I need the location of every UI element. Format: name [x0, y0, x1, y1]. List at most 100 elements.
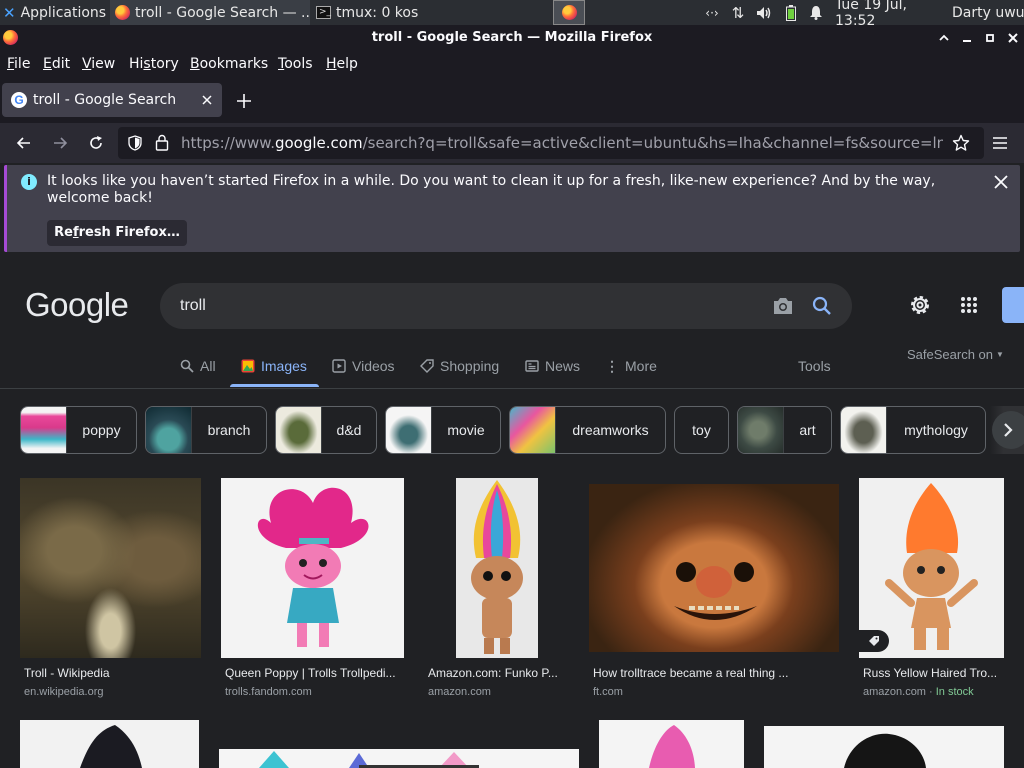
menu-history[interactable]: History — [129, 51, 179, 77]
firefox-workspace-icon — [561, 5, 577, 20]
tab-images[interactable]: Images — [241, 355, 307, 377]
menu-file[interactable]: File — [7, 51, 30, 77]
tab-strip: G troll - Google Search — [0, 77, 1024, 123]
hamburger-menu-icon[interactable] — [984, 127, 1016, 159]
result-title[interactable]: Queen Poppy | Trolls Trollpedi... — [225, 666, 405, 680]
result-title[interactable]: Amazon.com: Funko P... — [428, 666, 568, 680]
result-image-row2-2[interactable] — [219, 749, 579, 768]
menu-edit[interactable]: Edit — [43, 51, 70, 77]
result-source[interactable]: trolls.fandom.com — [225, 686, 312, 698]
search-box[interactable]: troll — [160, 283, 852, 329]
taskbar-firefox[interactable]: troll - Google Search — ... — [110, 0, 310, 25]
maximize-button[interactable] — [979, 25, 1001, 51]
new-tab-icon[interactable] — [232, 89, 256, 113]
result-title[interactable]: Troll - Wikipedia — [24, 666, 204, 680]
google-favicon-icon: G — [11, 92, 27, 108]
menubar: File Edit View History Bookmarks Tools H… — [0, 51, 1024, 77]
minimize-button[interactable] — [956, 25, 978, 51]
settings-gear-icon[interactable] — [908, 293, 932, 321]
tab-google-search[interactable]: G troll - Google Search — [2, 83, 222, 117]
chip-poppy[interactable]: poppy — [20, 406, 137, 454]
chip-art[interactable]: art — [737, 406, 832, 454]
close-window-button[interactable] — [1002, 25, 1024, 51]
url-text[interactable]: https://www.google.com/search?q=troll&sa… — [181, 127, 943, 159]
chips-next-button[interactable] — [992, 411, 1024, 449]
close-notification-icon[interactable] — [993, 174, 1009, 194]
result-title[interactable]: Russ Yellow Haired Tro... — [863, 666, 1003, 680]
tab-all[interactable]: All — [180, 355, 216, 377]
sign-in-button[interactable] — [1002, 287, 1024, 323]
apps-grid-icon[interactable] — [960, 296, 978, 318]
tab-news[interactable]: News — [525, 355, 580, 377]
funko-troll-illustration — [471, 480, 523, 654]
window-title: troll - Google Search — Mozilla Firefox — [371, 30, 653, 45]
result-image-trolltrace[interactable] — [589, 484, 839, 652]
news-icon — [525, 360, 539, 372]
result-title[interactable]: How trolltrace became a real thing ... — [593, 666, 843, 680]
dropdown-arrow-icon: ▼ — [996, 350, 1004, 359]
search-icon[interactable] — [812, 296, 832, 320]
chip-movie[interactable]: movie — [385, 406, 501, 454]
tools-button[interactable]: Tools — [798, 355, 831, 377]
google-header: Google troll All Images Videos Shopping — [0, 256, 1024, 389]
chip-dnd[interactable]: d&d — [275, 406, 377, 454]
menu-help[interactable]: Help — [326, 51, 358, 77]
network-arrows-icon[interactable]: ‹·› — [700, 0, 724, 25]
search-input[interactable]: troll — [180, 283, 206, 329]
clock[interactable]: Tue 19 Jul, 13:52 — [835, 0, 947, 29]
user-menu[interactable]: Darty uwu — [952, 0, 1024, 25]
result-source[interactable]: amazon.com · In stock — [863, 686, 974, 698]
url-bar[interactable]: https://www.google.com/search?q=troll&sa… — [118, 127, 984, 159]
chip-thumbnail — [510, 407, 556, 453]
notifications-bell-icon[interactable] — [805, 0, 827, 25]
forward-icon[interactable] — [44, 127, 76, 159]
tab-more[interactable]: ⋮ More — [605, 355, 657, 377]
xfce-logo-icon: ✕ — [3, 3, 16, 22]
dark-hair-illustration — [80, 725, 142, 768]
search-small-icon — [180, 359, 194, 373]
close-tab-icon[interactable] — [199, 91, 215, 109]
lock-icon[interactable] — [155, 134, 169, 155]
tracking-shield-icon[interactable] — [127, 135, 143, 155]
tab-shopping[interactable]: Shopping — [420, 355, 499, 377]
menu-view[interactable]: View — [82, 51, 115, 77]
menu-bookmarks[interactable]: Bookmarks — [190, 51, 268, 77]
result-source[interactable]: amazon.com — [428, 686, 491, 698]
tab-videos[interactable]: Videos — [332, 355, 395, 377]
result-source[interactable]: ft.com — [593, 686, 623, 698]
workspace-switcher[interactable] — [553, 0, 585, 25]
bookmark-star-icon[interactable] — [952, 134, 970, 156]
in-stock-label: In stock — [935, 686, 974, 698]
battery-icon[interactable] — [780, 0, 802, 25]
result-image-row2-1[interactable] — [20, 720, 199, 768]
chip-branch[interactable]: branch — [145, 406, 267, 454]
result-source[interactable]: en.wikipedia.org — [24, 686, 104, 698]
notification-message: It looks like you haven’t started Firefo… — [47, 173, 936, 206]
firefox-icon — [115, 5, 130, 20]
troll-face-illustration — [674, 562, 757, 620]
network-transfer-icon[interactable]: ⇅ — [726, 0, 750, 25]
applications-menu[interactable]: ✕ Applications — [0, 0, 108, 25]
chip-mythology[interactable]: mythology — [840, 406, 986, 454]
back-icon[interactable] — [8, 127, 40, 159]
selected-tab-indicator — [230, 384, 319, 387]
terminal-icon: >_ — [316, 6, 331, 19]
menu-tools[interactable]: Tools — [278, 51, 313, 77]
result-image-russ-troll[interactable] — [859, 478, 1004, 658]
result-image-wikipedia[interactable] — [20, 478, 201, 658]
google-logo[interactable]: Google — [25, 286, 129, 324]
chip-toy[interactable]: toy — [674, 406, 729, 454]
result-image-row2-3[interactable] — [599, 720, 744, 768]
safesearch-toggle[interactable]: SafeSearch on ▼ — [907, 347, 1004, 362]
volume-icon[interactable] — [752, 0, 776, 25]
refresh-firefox-button[interactable]: Refresh Firefox… — [47, 220, 187, 246]
window-up-icon[interactable] — [933, 25, 955, 51]
result-image-funko[interactable] — [456, 478, 538, 658]
result-image-poppy[interactable] — [221, 478, 404, 658]
taskbar-tmux[interactable]: >_ tmux: 0 kos — [312, 0, 508, 25]
reload-icon[interactable] — [80, 127, 112, 159]
camera-icon[interactable] — [772, 296, 794, 320]
chip-dreamworks[interactable]: dreamworks — [509, 406, 666, 454]
result-image-row2-4[interactable] — [764, 726, 1004, 768]
poppy-illustration — [257, 487, 369, 647]
